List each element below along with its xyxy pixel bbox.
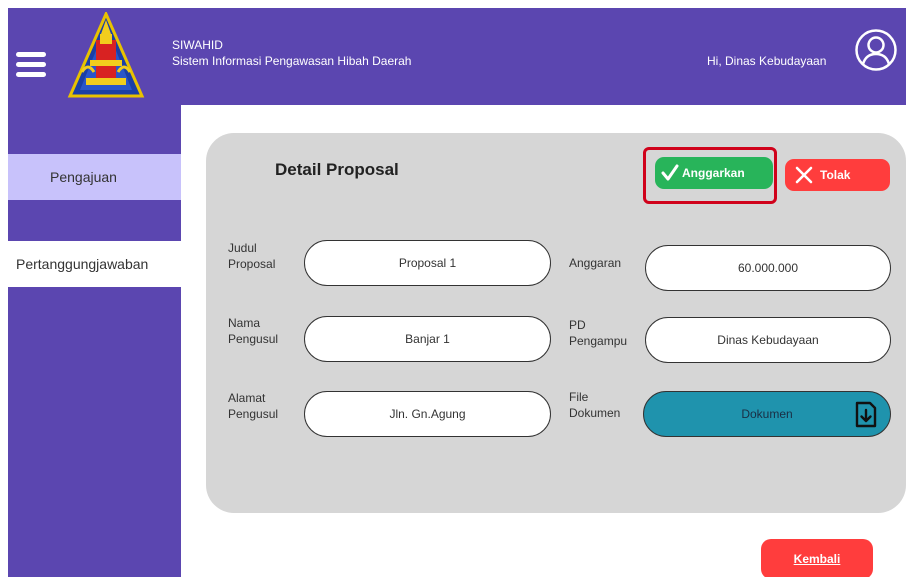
judul-proposal-label: Judul Proposal (228, 240, 275, 272)
alamat-pengusul-label: Alamat Pengusul (228, 390, 278, 422)
reject-button-label: Tolak (820, 168, 851, 182)
label-line: Nama (228, 316, 261, 330)
menu-icon[interactable] (16, 52, 46, 78)
file-dokumen-button[interactable]: Dokumen (643, 391, 891, 437)
app-name: SIWAHID (172, 38, 223, 52)
label-line: Pengusul (228, 407, 279, 421)
download-icon (855, 401, 877, 428)
nama-pengusul-label: Nama Pengusul (228, 315, 278, 347)
label-line: Proposal (228, 257, 276, 271)
detail-proposal-card: Detail Proposal Anggarkan Tolak Judul Pr… (206, 133, 906, 513)
anggaran-field[interactable]: 60.000.000 (645, 245, 891, 291)
logo (67, 12, 145, 98)
judul-proposal-field[interactable]: Proposal 1 (304, 240, 551, 286)
label-line: File (569, 390, 589, 404)
approve-button[interactable]: Anggarkan (655, 157, 773, 189)
field-value: Jln. Gn.Agung (389, 407, 466, 421)
app-subtitle: Sistem Informasi Pengawasan Hibah Daerah (172, 54, 412, 68)
nama-pengusul-field[interactable]: Banjar 1 (304, 316, 551, 362)
field-value: Dokumen (741, 407, 793, 421)
pd-pengampu-label: PD Pengampu (569, 317, 627, 349)
label-line: Judul (228, 241, 257, 255)
sidebar-item-label: Pengajuan (50, 169, 117, 185)
sidebar-item-label: Pertanggungjawaban (16, 256, 149, 272)
field-value: Dinas Kebudayaan (717, 333, 819, 347)
sidebar-item-pertanggungjawaban[interactable]: Pertanggungjawaban (8, 241, 181, 287)
field-value: 60.000.000 (737, 261, 799, 275)
label-line: Pengusul (228, 332, 279, 346)
main-content: Detail Proposal Anggarkan Tolak Judul Pr… (181, 105, 906, 577)
reject-button[interactable]: Tolak (785, 159, 890, 191)
pd-pengampu-field[interactable]: Dinas Kebudayaan (645, 317, 891, 363)
user-greeting: Hi, Dinas Kebudayaan (707, 54, 827, 68)
label-line: Alamat (228, 391, 266, 405)
user-account-icon[interactable] (854, 28, 898, 72)
label-line: Anggaran (569, 256, 622, 270)
approve-button-label: Anggarkan (682, 166, 745, 180)
checkmark-icon (661, 164, 679, 181)
top-bar: SIWAHID Sistem Informasi Pengawasan Hiba… (8, 8, 906, 105)
field-value: Proposal 1 (398, 256, 457, 270)
sidebar-item-pengajuan[interactable]: Pengajuan (8, 154, 181, 200)
field-value: Banjar 1 (405, 332, 450, 346)
close-icon (795, 166, 813, 184)
app-frame: SIWAHID Sistem Informasi Pengawasan Hiba… (8, 8, 906, 577)
label-line: Pengampu (569, 334, 628, 348)
alamat-pengusul-field[interactable]: Jln. Gn.Agung (304, 391, 551, 437)
label-line: PD (569, 318, 586, 332)
page-title: Detail Proposal (275, 160, 399, 179)
back-button-label: Kembali (793, 552, 841, 566)
label-line: Dokumen (569, 406, 621, 420)
anggaran-label: Anggaran (569, 255, 621, 271)
sidebar: Pengajuan Pertanggungjawaban (8, 105, 181, 577)
back-button[interactable]: Kembali (761, 539, 873, 577)
file-dokumen-label: File Dokumen (569, 389, 620, 421)
